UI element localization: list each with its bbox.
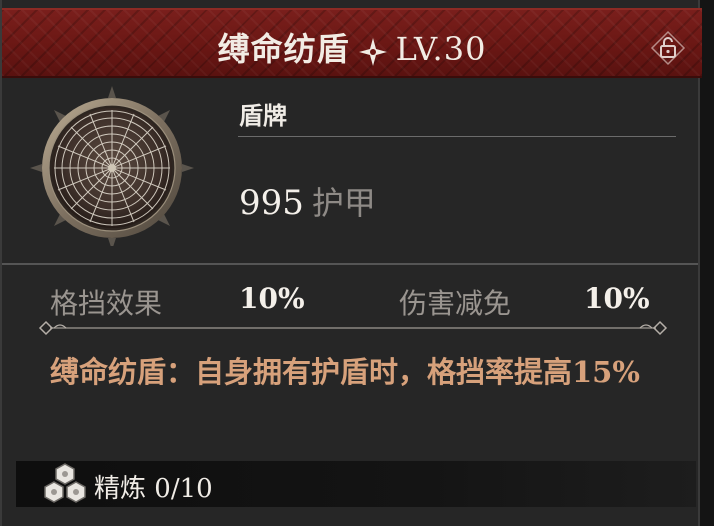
stat-block-effect-value: 10%: [239, 282, 305, 315]
stat-block-effect-label: 格挡效果: [50, 282, 162, 322]
armor-stat: 995 护甲: [239, 178, 376, 224]
armor-unit: 护甲: [311, 184, 376, 222]
divider: [2, 263, 698, 265]
refine-label: 精炼: [94, 474, 147, 504]
title-bar: 缚命纺盾 LV.30: [2, 8, 702, 78]
divider: [238, 136, 676, 137]
stat-block-reduction-value: 10%: [584, 282, 650, 315]
item-tooltip-card: 缚命纺盾 LV.30 盾牌 995 护甲 格挡效果 10% 伤害减免 10% 缚…: [0, 0, 702, 526]
hexagon-cluster-icon: [44, 463, 86, 503]
armor-value: 995: [239, 183, 304, 223]
item-name: 缚命纺盾: [217, 30, 350, 68]
stat-value: 10%: [584, 282, 650, 315]
ornamental-divider: [38, 320, 668, 336]
stat-label: 格挡效果: [50, 287, 163, 320]
title-row: 缚命纺盾 LV.30: [2, 24, 702, 70]
stat-value: 10%: [239, 282, 305, 315]
refine-value: 0/10: [154, 474, 213, 504]
stat-block-reduction-label: 伤害减免: [399, 282, 511, 322]
four-point-star-icon: [358, 37, 387, 66]
refine-status: 精炼 0/10: [94, 468, 213, 505]
item-level: LV.30: [395, 30, 487, 68]
item-type: 盾牌: [239, 101, 287, 130]
stat-label: 伤害减免: [399, 287, 512, 320]
spiderweb-shield-icon: [30, 86, 194, 246]
special-effect-text: 缚命纺盾：自身拥有护盾时，格挡率提高15%: [50, 355, 640, 389]
padlock-icon[interactable]: [650, 30, 686, 66]
